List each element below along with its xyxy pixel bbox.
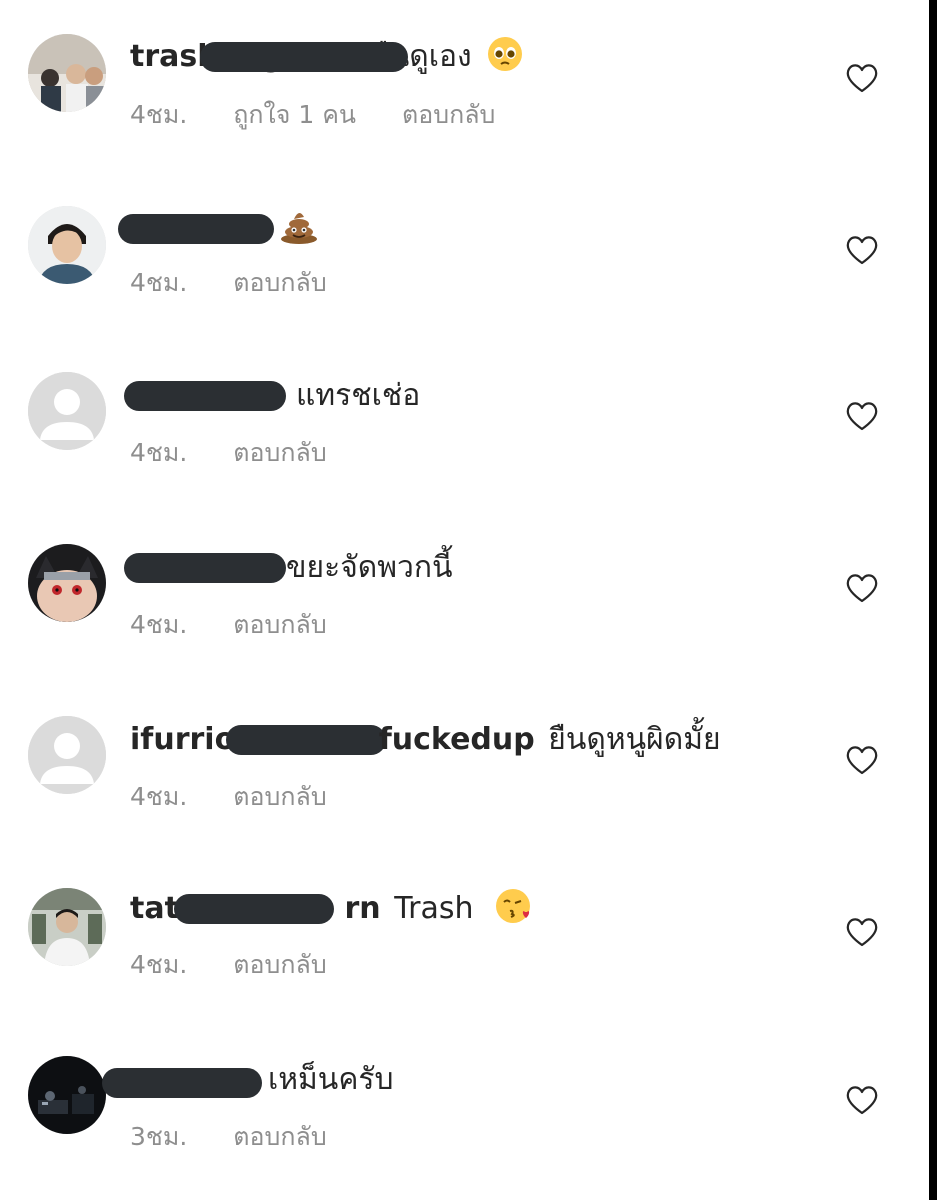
comment-time: 4ชม. xyxy=(130,100,188,129)
heart-outline-icon[interactable] xyxy=(845,916,879,948)
comment-username[interactable]: tat xyxy=(130,891,179,926)
comment-meta: 4ชม. ถูกใจ 1 คน ตอบกลับ xyxy=(130,98,533,132)
comment-item: tat rn Trash 4ชม. ตอบกลับ xyxy=(0,854,929,1004)
avatar-photo xyxy=(28,34,106,112)
comment-item: 4ชม. ตอบกลับ xyxy=(0,172,929,322)
comment-text: แทรชเช่อ xyxy=(296,378,421,413)
comment-item: ifurrio fuckedup ยืนดูหนูผิดมั้ย 4ชม. ตอ… xyxy=(0,682,929,832)
avatar-photo xyxy=(28,1056,106,1134)
comment-time: 4ชม. xyxy=(130,782,188,811)
comment-item: ขยะจัดพวกนี้ 4ชม. ตอบกลับ xyxy=(0,510,929,660)
reply-button[interactable]: ตอบกลับ xyxy=(402,100,495,129)
comment-username[interactable]: ifurrio xyxy=(130,722,235,757)
comment-item: แทรชเช่อ 4ชม. ตอบกลับ xyxy=(0,338,929,488)
comment-content: ifurrio fuckedup ยืนดูหนูผิดมั้ย xyxy=(130,720,721,760)
comment-content: tat rn Trash xyxy=(130,888,533,935)
reply-button[interactable]: ตอบกลับ xyxy=(233,782,326,811)
comment-time: 4ชม. xyxy=(130,610,188,639)
avatar-photo xyxy=(28,888,106,966)
comment-likes-count[interactable]: ถูกใจ 1 คน xyxy=(233,100,356,129)
comment-meta: 4ชม. ตอบกลับ xyxy=(130,780,365,814)
default-avatar-icon xyxy=(28,716,106,794)
avatar[interactable] xyxy=(28,1056,106,1134)
heart-outline-icon[interactable] xyxy=(845,62,879,94)
comment-time: 4ชม. xyxy=(130,268,188,297)
comment-meta: 3ชม. ตอบกลับ xyxy=(130,1120,365,1154)
comment-text: ยืนดูหนูผิดมั้ย xyxy=(548,722,721,757)
avatar[interactable] xyxy=(28,34,106,112)
comment-username-end[interactable]: fuckedup xyxy=(379,722,535,757)
comment-text: Trash xyxy=(394,891,474,926)
comment-item: เหม็นครับ 3ชม. ตอบกลับ xyxy=(0,1022,929,1172)
comment-content xyxy=(118,208,318,255)
comment-content: ขยะจัดพวกนี้ xyxy=(124,548,453,588)
face-blowing-a-kiss-icon xyxy=(495,888,533,935)
heart-outline-icon[interactable] xyxy=(845,400,879,432)
comment-text: เหม็นครับ xyxy=(268,1062,394,1097)
reply-button[interactable]: ตอบกลับ xyxy=(233,268,326,297)
comment-text: ขยะจัดพวกนี้ xyxy=(286,550,453,585)
redaction-bar xyxy=(102,1068,262,1098)
comment-time: 4ชม. xyxy=(130,950,188,979)
comment-content: แทรชเช่อ xyxy=(124,376,421,416)
pile-of-poo-icon xyxy=(280,208,318,255)
redaction-bar xyxy=(174,894,334,924)
pleading-face-icon xyxy=(487,36,523,83)
redaction-bar xyxy=(200,42,408,72)
avatar[interactable] xyxy=(28,206,106,284)
redaction-bar xyxy=(124,553,286,583)
redaction-bar xyxy=(118,214,274,244)
heart-outline-icon[interactable] xyxy=(845,1084,879,1116)
comment-item: trashbng ผมแค่ยืนดูเอง 4ชม. ถูกใจ 1 คน ต… xyxy=(0,0,929,150)
avatar-photo xyxy=(28,544,106,622)
heart-outline-icon[interactable] xyxy=(845,234,879,266)
avatar[interactable] xyxy=(28,372,106,450)
redaction-bar xyxy=(226,725,386,755)
comment-meta: 4ชม. ตอบกลับ xyxy=(130,948,365,982)
heart-outline-icon[interactable] xyxy=(845,572,879,604)
comment-time: 4ชม. xyxy=(130,438,188,467)
avatar[interactable] xyxy=(28,544,106,622)
screen-edge xyxy=(929,0,937,1200)
comment-content: trashbng ผมแค่ยืนดูเอง xyxy=(130,36,523,83)
comment-username-end[interactable]: rn xyxy=(344,891,380,926)
heart-outline-icon[interactable] xyxy=(845,744,879,776)
avatar[interactable] xyxy=(28,888,106,966)
comment-meta: 4ชม. ตอบกลับ xyxy=(130,266,365,300)
avatar[interactable] xyxy=(28,716,106,794)
comment-time: 3ชม. xyxy=(130,1122,188,1151)
redaction-bar xyxy=(124,381,286,411)
comment-meta: 4ชม. ตอบกลับ xyxy=(130,436,365,470)
comment-meta: 4ชม. ตอบกลับ xyxy=(130,608,365,642)
reply-button[interactable]: ตอบกลับ xyxy=(233,438,326,467)
reply-button[interactable]: ตอบกลับ xyxy=(233,950,326,979)
comment-content: เหม็นครับ xyxy=(102,1060,394,1100)
default-avatar-icon xyxy=(28,372,106,450)
reply-button[interactable]: ตอบกลับ xyxy=(233,610,326,639)
avatar-photo xyxy=(28,206,106,284)
reply-button[interactable]: ตอบกลับ xyxy=(233,1122,326,1151)
